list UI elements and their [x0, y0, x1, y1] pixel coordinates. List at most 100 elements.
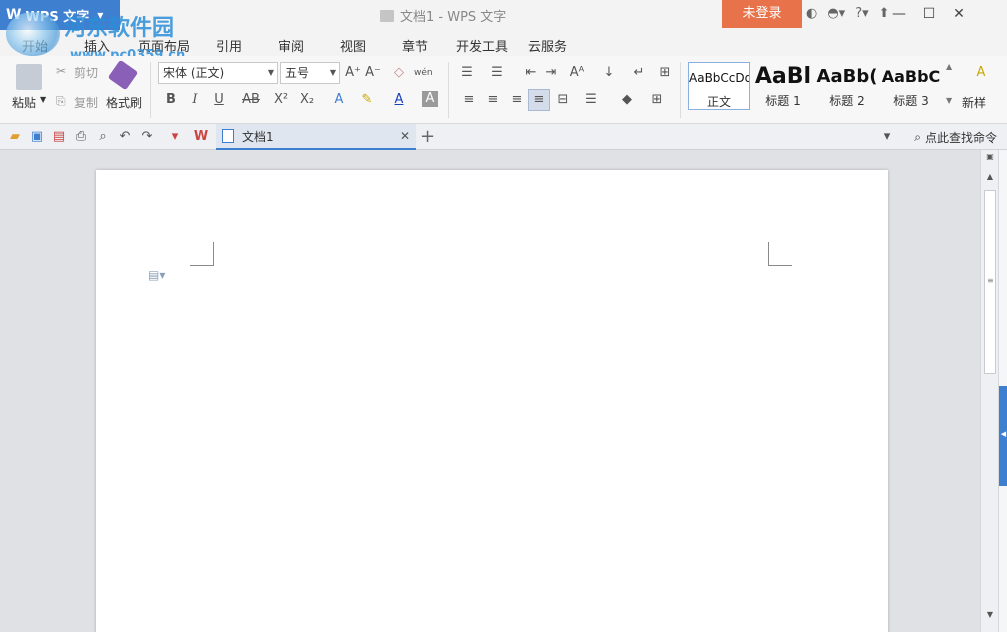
- distributed-icon[interactable]: ⊟: [554, 91, 572, 109]
- line-spacing-icon[interactable]: ☰: [582, 91, 600, 109]
- decrease-indent-icon[interactable]: ⇤: [522, 64, 540, 82]
- split-view-icon[interactable]: ▣: [981, 152, 999, 161]
- style-scroll-down-icon[interactable]: ▼: [946, 96, 952, 105]
- window-title: 文档1 - WPS 文字: [380, 6, 506, 25]
- style-scroll-up-icon[interactable]: ▲: [946, 62, 952, 71]
- superscript-icon[interactable]: X²: [272, 91, 290, 109]
- collapse-ribbon-icon[interactable]: ▾: [878, 128, 896, 146]
- scroll-down-icon[interactable]: ▼: [981, 610, 999, 619]
- paragraph-layout-icon[interactable]: ▤▾: [148, 268, 165, 282]
- style-heading-2[interactable]: AaBb( 标题 2: [816, 62, 878, 110]
- underline-icon[interactable]: U: [210, 91, 228, 109]
- skin-icon[interactable]: ◐: [806, 6, 817, 21]
- tab-references[interactable]: 引用: [216, 36, 242, 55]
- app-menu-button[interactable]: W WPS 文字 ▼: [0, 0, 120, 30]
- save-icon[interactable]: ▣: [28, 128, 46, 146]
- style-normal-label: 正文: [706, 95, 731, 109]
- change-case-icon[interactable]: Aᴬ: [568, 64, 586, 82]
- borders-icon[interactable]: ⊞: [648, 91, 666, 109]
- increase-indent-icon[interactable]: ⇥: [542, 64, 560, 82]
- document-tab-label: 文档1: [242, 129, 274, 144]
- open-folder-icon[interactable]: ▰: [6, 128, 24, 146]
- shading-icon[interactable]: ◆: [618, 91, 636, 109]
- menu-bar: 开始 插入 页面布局 引用 审阅 视图 章节 开发工具 云服务: [0, 30, 1007, 56]
- align-center-icon[interactable]: ≡: [484, 91, 502, 109]
- font-size-select[interactable]: 五号 ▼: [280, 62, 340, 84]
- justify-icon[interactable]: ≡: [528, 89, 550, 111]
- new-style-icon[interactable]: A: [972, 64, 990, 82]
- tab-insert[interactable]: 插入: [84, 36, 110, 55]
- divider: [448, 62, 449, 118]
- login-button[interactable]: 未登录: [722, 0, 802, 28]
- chevron-down-icon: ▼: [267, 68, 274, 77]
- new-style-button[interactable]: 新样: [962, 94, 986, 111]
- format-painter-button[interactable]: 格式刷: [106, 94, 142, 111]
- bullets-icon[interactable]: ☰: [458, 64, 476, 82]
- subscript-icon[interactable]: X₂: [298, 91, 316, 109]
- scrollbar-thumb[interactable]: ≡: [984, 190, 996, 374]
- tab-review[interactable]: 审阅: [278, 36, 304, 55]
- style-heading-1-label: 标题 1: [765, 94, 801, 108]
- undo-icon[interactable]: ↶: [116, 128, 134, 146]
- style-normal[interactable]: AaBbCcDd 正文: [688, 62, 750, 110]
- paste-button[interactable]: 粘贴: [12, 94, 36, 111]
- scissors-icon: ✂: [56, 64, 67, 78]
- document-icon: [222, 129, 234, 143]
- font-name-select[interactable]: 宋体 (正文) ▼: [158, 62, 278, 84]
- tab-chapter[interactable]: 章节: [402, 36, 428, 55]
- tab-cloud[interactable]: 云服务: [528, 36, 567, 55]
- show-marks-icon[interactable]: ↵: [630, 64, 648, 82]
- chevron-left-icon[interactable]: ◀: [999, 430, 1007, 438]
- redo-icon[interactable]: ↷: [138, 128, 156, 146]
- wps-home-icon[interactable]: W: [192, 128, 210, 146]
- italic-icon[interactable]: I: [186, 91, 204, 109]
- sort-icon[interactable]: ↓: [600, 64, 618, 82]
- print-preview-icon[interactable]: ⌕: [94, 128, 112, 146]
- tab-developer[interactable]: 开发工具: [456, 36, 508, 55]
- app-menu-label: WPS 文字: [25, 9, 90, 25]
- style-heading-3[interactable]: AaBbC 标题 3: [880, 62, 942, 110]
- text-effect-icon[interactable]: A: [330, 91, 348, 109]
- char-shading-icon[interactable]: A: [422, 91, 438, 107]
- export-pdf-icon[interactable]: ▤: [50, 128, 68, 146]
- bold-icon[interactable]: B: [162, 91, 180, 109]
- align-left-icon[interactable]: ≡: [460, 91, 478, 109]
- help-icon[interactable]: ?▾: [855, 6, 868, 21]
- close-icon[interactable]: ✕: [944, 0, 974, 28]
- customize-icon[interactable]: ▾: [166, 128, 184, 146]
- new-tab-icon[interactable]: +: [420, 126, 435, 147]
- find-command-label: 点此查找命令: [924, 131, 997, 145]
- feedback-icon[interactable]: ◓▾: [827, 6, 845, 21]
- vertical-scrollbar[interactable]: ▣ ▲ ≡ ▼: [980, 150, 998, 632]
- style-heading-1[interactable]: AaBl 标题 1: [752, 62, 814, 110]
- numbering-icon[interactable]: ☰: [488, 64, 506, 82]
- document-page[interactable]: ▤▾: [96, 170, 888, 632]
- cut-button[interactable]: 剪切: [74, 64, 98, 81]
- chevron-down-icon[interactable]: ▼: [40, 95, 46, 104]
- highlight-icon[interactable]: ✎: [358, 91, 376, 109]
- ribbon: 粘贴 ▼ ✂ 剪切 ⎘ 复制 格式刷 宋体 (正文) ▼ 五号 ▼ A⁺ A⁻ …: [0, 56, 1007, 124]
- pinyin-icon[interactable]: wén: [414, 64, 433, 82]
- document-tab[interactable]: 文档1 ✕: [216, 124, 416, 150]
- strikethrough-icon[interactable]: AB: [240, 91, 262, 109]
- tab-page-layout[interactable]: 页面布局: [138, 36, 190, 55]
- style-heading-2-sample: AaBb(: [816, 66, 878, 87]
- shrink-font-icon[interactable]: A⁻: [364, 64, 382, 82]
- tab-view[interactable]: 视图: [340, 36, 366, 55]
- maximize-icon[interactable]: ☐: [914, 0, 944, 28]
- find-command-box[interactable]: ⌕ 点此查找命令: [914, 129, 997, 146]
- font-size-value: 五号: [285, 66, 310, 80]
- copy-button[interactable]: 复制: [74, 94, 98, 111]
- clear-format-icon[interactable]: ◇: [390, 64, 408, 82]
- font-color-icon[interactable]: A: [390, 91, 408, 109]
- close-tab-icon[interactable]: ✕: [400, 129, 410, 143]
- align-right-icon[interactable]: ≡: [508, 91, 526, 109]
- grow-font-icon[interactable]: A⁺: [344, 64, 362, 82]
- tab-start[interactable]: 开始: [22, 36, 48, 55]
- format-painter-icon[interactable]: [107, 59, 139, 91]
- paste-icon[interactable]: [16, 64, 42, 90]
- scroll-up-icon[interactable]: ▲: [981, 172, 999, 181]
- minimize-icon[interactable]: —: [884, 0, 914, 28]
- print-icon[interactable]: ⎙: [72, 128, 90, 146]
- table-icon[interactable]: ⊞: [656, 64, 674, 82]
